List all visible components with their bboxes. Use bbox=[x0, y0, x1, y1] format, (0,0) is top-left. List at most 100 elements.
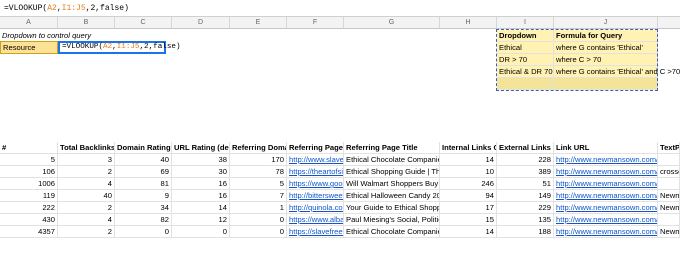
table-cell[interactable]: 119 bbox=[0, 190, 58, 202]
table-cell[interactable]: 3 bbox=[58, 154, 115, 166]
lookup-empty-cell[interactable] bbox=[554, 78, 658, 90]
column-header-j[interactable]: J bbox=[554, 17, 658, 29]
column-header-g[interactable]: G bbox=[344, 17, 440, 29]
table-cell[interactable]: 4 bbox=[58, 178, 115, 190]
table-cell[interactable]: 1 bbox=[230, 202, 287, 214]
table-cell-link[interactable]: http://www.newmansown.com/ | Levi S bbox=[554, 214, 658, 226]
table-cell-link[interactable]: http://www.newmansown.com/food_ch bbox=[554, 154, 658, 166]
table-cell[interactable] bbox=[658, 178, 680, 190]
formula-text[interactable]: =VLOOKUP(A2,I1:J5,2,false) bbox=[4, 4, 129, 13]
column-header-h[interactable]: H bbox=[440, 17, 497, 29]
table-cell[interactable]: Will Walmart Shoppers Buy Et bbox=[344, 178, 440, 190]
table-cell[interactable]: 1006 bbox=[0, 178, 58, 190]
table-cell[interactable]: Ethical Halloween Candy 2016 bbox=[344, 190, 440, 202]
table-cell[interactable]: 2 bbox=[58, 166, 115, 178]
column-header-k[interactable] bbox=[658, 17, 680, 29]
table-cell-link[interactable]: https://www.albanyherald.com bbox=[287, 214, 344, 226]
table-cell[interactable]: 5 bbox=[0, 154, 58, 166]
table-cell[interactable]: 222 bbox=[0, 202, 58, 214]
table-cell[interactable]: 149 bbox=[497, 190, 554, 202]
table-cell[interactable]: 430 bbox=[0, 214, 58, 226]
table-cell[interactable]: Newm bbox=[658, 190, 680, 202]
table-cell[interactable]: 14 bbox=[440, 154, 497, 166]
table-cell[interactable]: 7 bbox=[230, 190, 287, 202]
resource-cell[interactable]: Resource bbox=[0, 41, 58, 54]
lookup-formula-value[interactable]: where G contains 'Ethical' bbox=[554, 42, 658, 54]
table-cell-link[interactable]: http://www.newmansown.com/food_ch bbox=[554, 190, 658, 202]
table-cell[interactable]: 2 bbox=[58, 226, 115, 238]
table-cell-link[interactable]: http://www.newmansown.com/food_ch bbox=[554, 166, 658, 178]
table-cell[interactable]: 10 bbox=[440, 166, 497, 178]
table-cell[interactable]: 14 bbox=[440, 226, 497, 238]
column-header-f[interactable]: F bbox=[287, 17, 344, 29]
active-formula-cell[interactable]: =VLOOKUP(A2,I1:J5,2,false) bbox=[58, 41, 181, 54]
table-cell[interactable]: 14 bbox=[172, 202, 230, 214]
lookup-formula-value[interactable]: where G contains 'Ethical' and C >70 bbox=[554, 66, 680, 78]
table-cell[interactable]: 9 bbox=[115, 190, 172, 202]
lookup-dropdown-value[interactable]: Ethical bbox=[497, 42, 554, 54]
table-cell-link[interactable]: http://www.newmansown.com/food_ch bbox=[554, 226, 658, 238]
table-cell[interactable]: 78 bbox=[230, 166, 287, 178]
table-cell[interactable]: 51 bbox=[497, 178, 554, 190]
table-cell[interactable]: 2 bbox=[58, 202, 115, 214]
lookup-empty-cell[interactable] bbox=[497, 78, 554, 90]
table-cell[interactable]: 0 bbox=[172, 226, 230, 238]
table-cell-link[interactable]: http://quinola.com bbox=[287, 202, 344, 214]
table-cell[interactable]: Newm bbox=[658, 202, 680, 214]
formula-bar[interactable]: =VLOOKUP(A2,I1:J5,2,false) bbox=[0, 0, 680, 17]
table-cell[interactable]: 81 bbox=[115, 178, 172, 190]
table-cell[interactable]: 16 bbox=[172, 190, 230, 202]
table-cell[interactable]: crosse bbox=[658, 166, 680, 178]
table-cell[interactable]: Ethical Chocolate Companies bbox=[344, 154, 440, 166]
table-cell[interactable]: 135 bbox=[497, 214, 554, 226]
table-cell[interactable]: 4357 bbox=[0, 226, 58, 238]
table-cell[interactable]: 0 bbox=[230, 214, 287, 226]
table-cell[interactable]: 17 bbox=[440, 202, 497, 214]
table-cell-link[interactable]: http://bittersweetblog.com bbox=[287, 190, 344, 202]
table-cell[interactable]: 82 bbox=[115, 214, 172, 226]
table-cell[interactable]: 40 bbox=[115, 154, 172, 166]
table-cell[interactable]: 40 bbox=[58, 190, 115, 202]
table-cell[interactable]: Ethical Chocolate Companies bbox=[344, 226, 440, 238]
table-cell-link[interactable]: http://www.newmansown.com/food_ch bbox=[554, 202, 658, 214]
column-header-d[interactable]: D bbox=[172, 17, 230, 29]
column-header-e[interactable]: E bbox=[230, 17, 287, 29]
table-cell[interactable]: 389 bbox=[497, 166, 554, 178]
table-cell[interactable]: 246 bbox=[440, 178, 497, 190]
lookup-dropdown-value[interactable]: DR > 70 bbox=[497, 54, 554, 66]
table-cell[interactable]: 30 bbox=[172, 166, 230, 178]
table-cell[interactable]: Newm bbox=[658, 226, 680, 238]
table-cell[interactable]: 16 bbox=[172, 178, 230, 190]
column-header-c[interactable]: C bbox=[115, 17, 172, 29]
table-cell[interactable]: 34 bbox=[115, 202, 172, 214]
table-cell[interactable]: 106 bbox=[0, 166, 58, 178]
table-cell[interactable]: Paul Miesing's Social, Political bbox=[344, 214, 440, 226]
table-cell[interactable]: 5 bbox=[230, 178, 287, 190]
lookup-formula-value[interactable]: where C > 70 bbox=[554, 54, 658, 66]
table-cell[interactable] bbox=[658, 214, 680, 226]
table-cell-link[interactable]: http://www.slavefreetrade.org bbox=[287, 154, 344, 166]
table-cell-link[interactable]: https://www.goodhousekeeping.com bbox=[287, 178, 344, 190]
table-cell-link[interactable]: https://theartofsimple.net bbox=[287, 166, 344, 178]
table-cell[interactable]: 228 bbox=[497, 154, 554, 166]
table-cell[interactable]: 188 bbox=[497, 226, 554, 238]
table-cell[interactable]: 38 bbox=[172, 154, 230, 166]
table-cell[interactable]: 69 bbox=[115, 166, 172, 178]
table-cell-link[interactable]: http://www.newmansown.com/food_ch bbox=[554, 178, 658, 190]
table-cell[interactable]: 4 bbox=[58, 214, 115, 226]
table-cell[interactable] bbox=[658, 154, 680, 166]
table-cell[interactable]: Your Guide to Ethical Shoppin bbox=[344, 202, 440, 214]
table-cell[interactable]: 229 bbox=[497, 202, 554, 214]
table-cell-link[interactable]: https://slavefreetrade.org bbox=[287, 226, 344, 238]
table-cell[interactable]: 12 bbox=[172, 214, 230, 226]
column-header-a[interactable]: A bbox=[0, 17, 58, 29]
table-cell[interactable]: 0 bbox=[230, 226, 287, 238]
lookup-dropdown-value[interactable]: Ethical & DR 70+ bbox=[497, 66, 554, 78]
column-header-b[interactable]: B bbox=[58, 17, 115, 29]
table-cell[interactable]: 0 bbox=[115, 226, 172, 238]
table-cell[interactable]: 170 bbox=[230, 154, 287, 166]
table-cell[interactable]: Ethical Shopping Guide | The bbox=[344, 166, 440, 178]
table-cell[interactable]: 15 bbox=[440, 214, 497, 226]
spreadsheet-grid[interactable]: A B C D E F G H I J Dropdown to control … bbox=[0, 17, 680, 259]
column-header-i[interactable]: I bbox=[497, 17, 554, 29]
